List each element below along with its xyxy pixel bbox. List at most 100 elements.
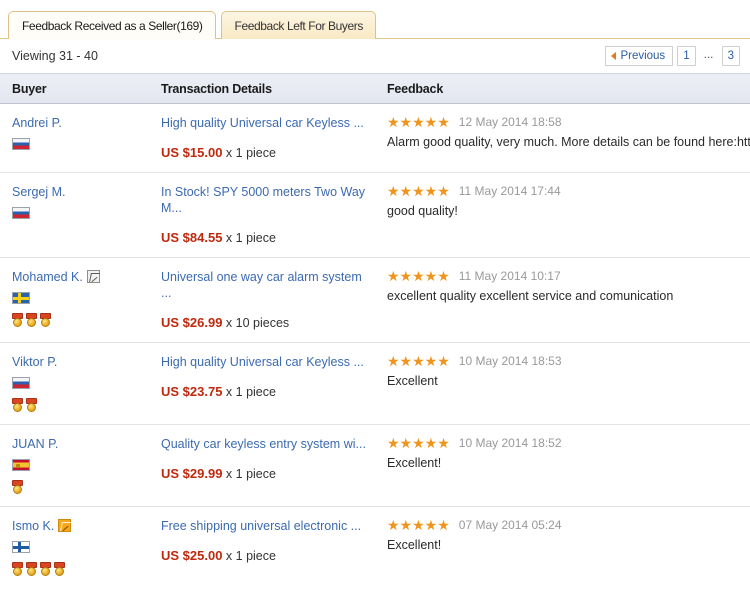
item-title-link[interactable]: In Stock! SPY 5000 meters Two Way M... [161, 184, 375, 216]
item-quantity: x 1 piece [225, 146, 276, 160]
star-rating-icon: ★★★★★ [387, 114, 450, 130]
feedback-cell: ★★★★★ 11 May 2014 17:44 good quality! [375, 172, 750, 258]
transaction-details-cell: High quality Universal car Keyless ... US… [149, 342, 375, 425]
medal-icon [54, 562, 65, 576]
price-line: US $84.55 x 1 piece [161, 230, 375, 245]
arrow-left-icon [611, 52, 617, 60]
table-header-row: Buyer Transaction Details Feedback [0, 73, 750, 104]
buyer-medals [12, 480, 149, 494]
tab-bar: Feedback Received as a Seller(169) Feedb… [0, 0, 750, 40]
country-flag-icon [12, 377, 30, 389]
buyer-name-link[interactable]: Andrei P. [12, 116, 62, 130]
buyer-name-link[interactable]: Sergej M. [12, 185, 66, 199]
star-rating-icon: ★★★★★ [387, 183, 450, 199]
feedback-comment: excellent quality excellent service and … [387, 289, 674, 303]
item-title-link[interactable]: High quality Universal car Keyless ... [161, 354, 375, 370]
feedback-cell: ★★★★★ 10 May 2014 18:52 Excellent! [375, 424, 750, 507]
feedback-header: ★★★★★ 07 May 2014 05:24 [387, 518, 750, 532]
item-title-link[interactable]: Free shipping universal electronic ... [161, 518, 375, 534]
star-rating-icon: ★★★★★ [387, 268, 450, 284]
buyer-name-row: Mohamed K. [12, 269, 149, 284]
tab-feedback-received[interactable]: Feedback Received as a Seller(169) [8, 11, 216, 40]
buyer-name-row: Andrei P. [12, 115, 149, 130]
tab-feedback-left-for-buyers[interactable]: Feedback Left For Buyers [220, 11, 376, 39]
item-title-link[interactable]: Quality car keyless entry system wi... [161, 436, 375, 452]
feedback-cell: ★★★★★ 11 May 2014 10:17 excellent quality … [375, 257, 750, 343]
buyer-medals [12, 398, 149, 412]
medal-icon [26, 398, 37, 412]
viewing-range: Viewing 31 - 40 [12, 49, 98, 63]
pagination-ellipsis: ... [703, 49, 714, 61]
table-row: Sergej M. In Stock! SPY 5000 meters Two W… [0, 172, 750, 258]
country-flag-icon [12, 207, 30, 219]
feedback-date: 10 May 2014 18:52 [458, 436, 562, 450]
buyer-medals [12, 313, 149, 327]
buyer-name-link[interactable]: JUAN P. [12, 437, 58, 451]
previous-page-button[interactable]: Previous [605, 46, 674, 66]
medal-icon [26, 562, 37, 576]
table-row: JUAN P. Quality car keyless entry system … [0, 424, 750, 507]
tab-label: Feedback Left For Buyers [234, 19, 364, 33]
table-body: Andrei P. High quality Universal car Keyl… [0, 103, 750, 588]
feedback-header: ★★★★★ 11 May 2014 17:44 [387, 184, 750, 198]
medal-icon [40, 562, 51, 576]
medal-icon [12, 313, 23, 327]
feedback-header: ★★★★★ 11 May 2014 10:17 [387, 269, 750, 283]
previous-page-label: Previous [620, 50, 666, 62]
feedback-date: 12 May 2014 18:58 [458, 115, 562, 129]
country-flag-icon [12, 138, 30, 150]
table-row: Mohamed K. Universal one way car alarm sy… [0, 257, 750, 343]
feedback-revision-pencil-icon[interactable] [58, 519, 72, 532]
price-line: US $23.75 x 1 piece [161, 384, 375, 399]
table-row: Andrei P. High quality Universal car Keyl… [0, 103, 750, 173]
price-line: US $25.00 x 1 piece [161, 548, 375, 563]
table-row: Ismo K. Free shipping universal electroni… [0, 506, 750, 588]
buyer-cell: Ismo K. [0, 506, 149, 588]
item-quantity: x 1 piece [225, 467, 276, 481]
price-line: US $26.99 x 10 pieces [161, 315, 375, 330]
tab-label: Feedback Received as a Seller(169) [22, 19, 203, 33]
page-3-button[interactable]: 3 [721, 46, 740, 66]
medal-icon [12, 480, 23, 494]
buyer-name-row: Sergej M. [12, 184, 149, 199]
feedback-comment: Alarm good quality, very much. More deta… [387, 135, 750, 149]
feedback-comment: Excellent! [387, 456, 442, 470]
item-title-link[interactable]: Universal one way car alarm system ... [161, 269, 375, 301]
item-quantity: x 1 piece [225, 549, 276, 563]
feedback-revision-pencil-icon[interactable] [86, 270, 100, 283]
buyer-cell: Mohamed K. [0, 257, 149, 343]
buyer-name-row: Ismo K. [12, 518, 149, 533]
transaction-details-cell: High quality Universal car Keyless ... US… [149, 103, 375, 173]
country-flag-icon [12, 541, 30, 553]
buyer-name-row: Viktor P. [12, 354, 149, 369]
feedback-page: Feedback Received as a Seller(169) Feedb… [0, 0, 750, 608]
buyer-name-link[interactable]: Ismo K. [12, 519, 54, 533]
item-price: US $23.75 [161, 384, 223, 399]
feedback-comment: Excellent! [387, 538, 442, 552]
pagination: Previous 1 ... 3 [601, 46, 740, 66]
item-quantity: x 1 piece [225, 385, 276, 399]
buyer-cell: JUAN P. [0, 424, 149, 507]
feedback-cell: ★★★★★ 12 May 2014 18:58 Alarm good quality… [375, 103, 750, 173]
buyer-name-row: JUAN P. [12, 436, 149, 451]
country-flag-icon [12, 292, 30, 304]
item-price: US $15.00 [161, 145, 223, 160]
star-rating-icon: ★★★★★ [387, 517, 450, 533]
item-title-link[interactable]: High quality Universal car Keyless ... [161, 115, 375, 131]
transaction-details-cell: In Stock! SPY 5000 meters Two Way M... US… [149, 172, 375, 258]
table-row: Viktor P. High quality Universal car Keyl… [0, 342, 750, 425]
country-flag-icon [12, 459, 30, 471]
table-header: Buyer Transaction Details Feedback [0, 73, 750, 104]
page-1-button[interactable]: 1 [677, 46, 696, 66]
buyer-cell: Viktor P. [0, 342, 149, 425]
feedback-comment: Excellent [387, 374, 438, 388]
item-price: US $84.55 [161, 230, 223, 245]
buyer-name-link[interactable]: Mohamed K. [12, 270, 83, 284]
feedback-date: 11 May 2014 10:17 [458, 269, 561, 283]
feedback-header: ★★★★★ 12 May 2014 18:58 [387, 115, 750, 129]
star-rating-icon: ★★★★★ [387, 353, 450, 369]
medal-icon [26, 313, 37, 327]
star-rating-icon: ★★★★★ [387, 435, 450, 451]
buyer-name-link[interactable]: Viktor P. [12, 355, 57, 369]
transaction-details-cell: Free shipping universal electronic ... US… [149, 506, 375, 588]
